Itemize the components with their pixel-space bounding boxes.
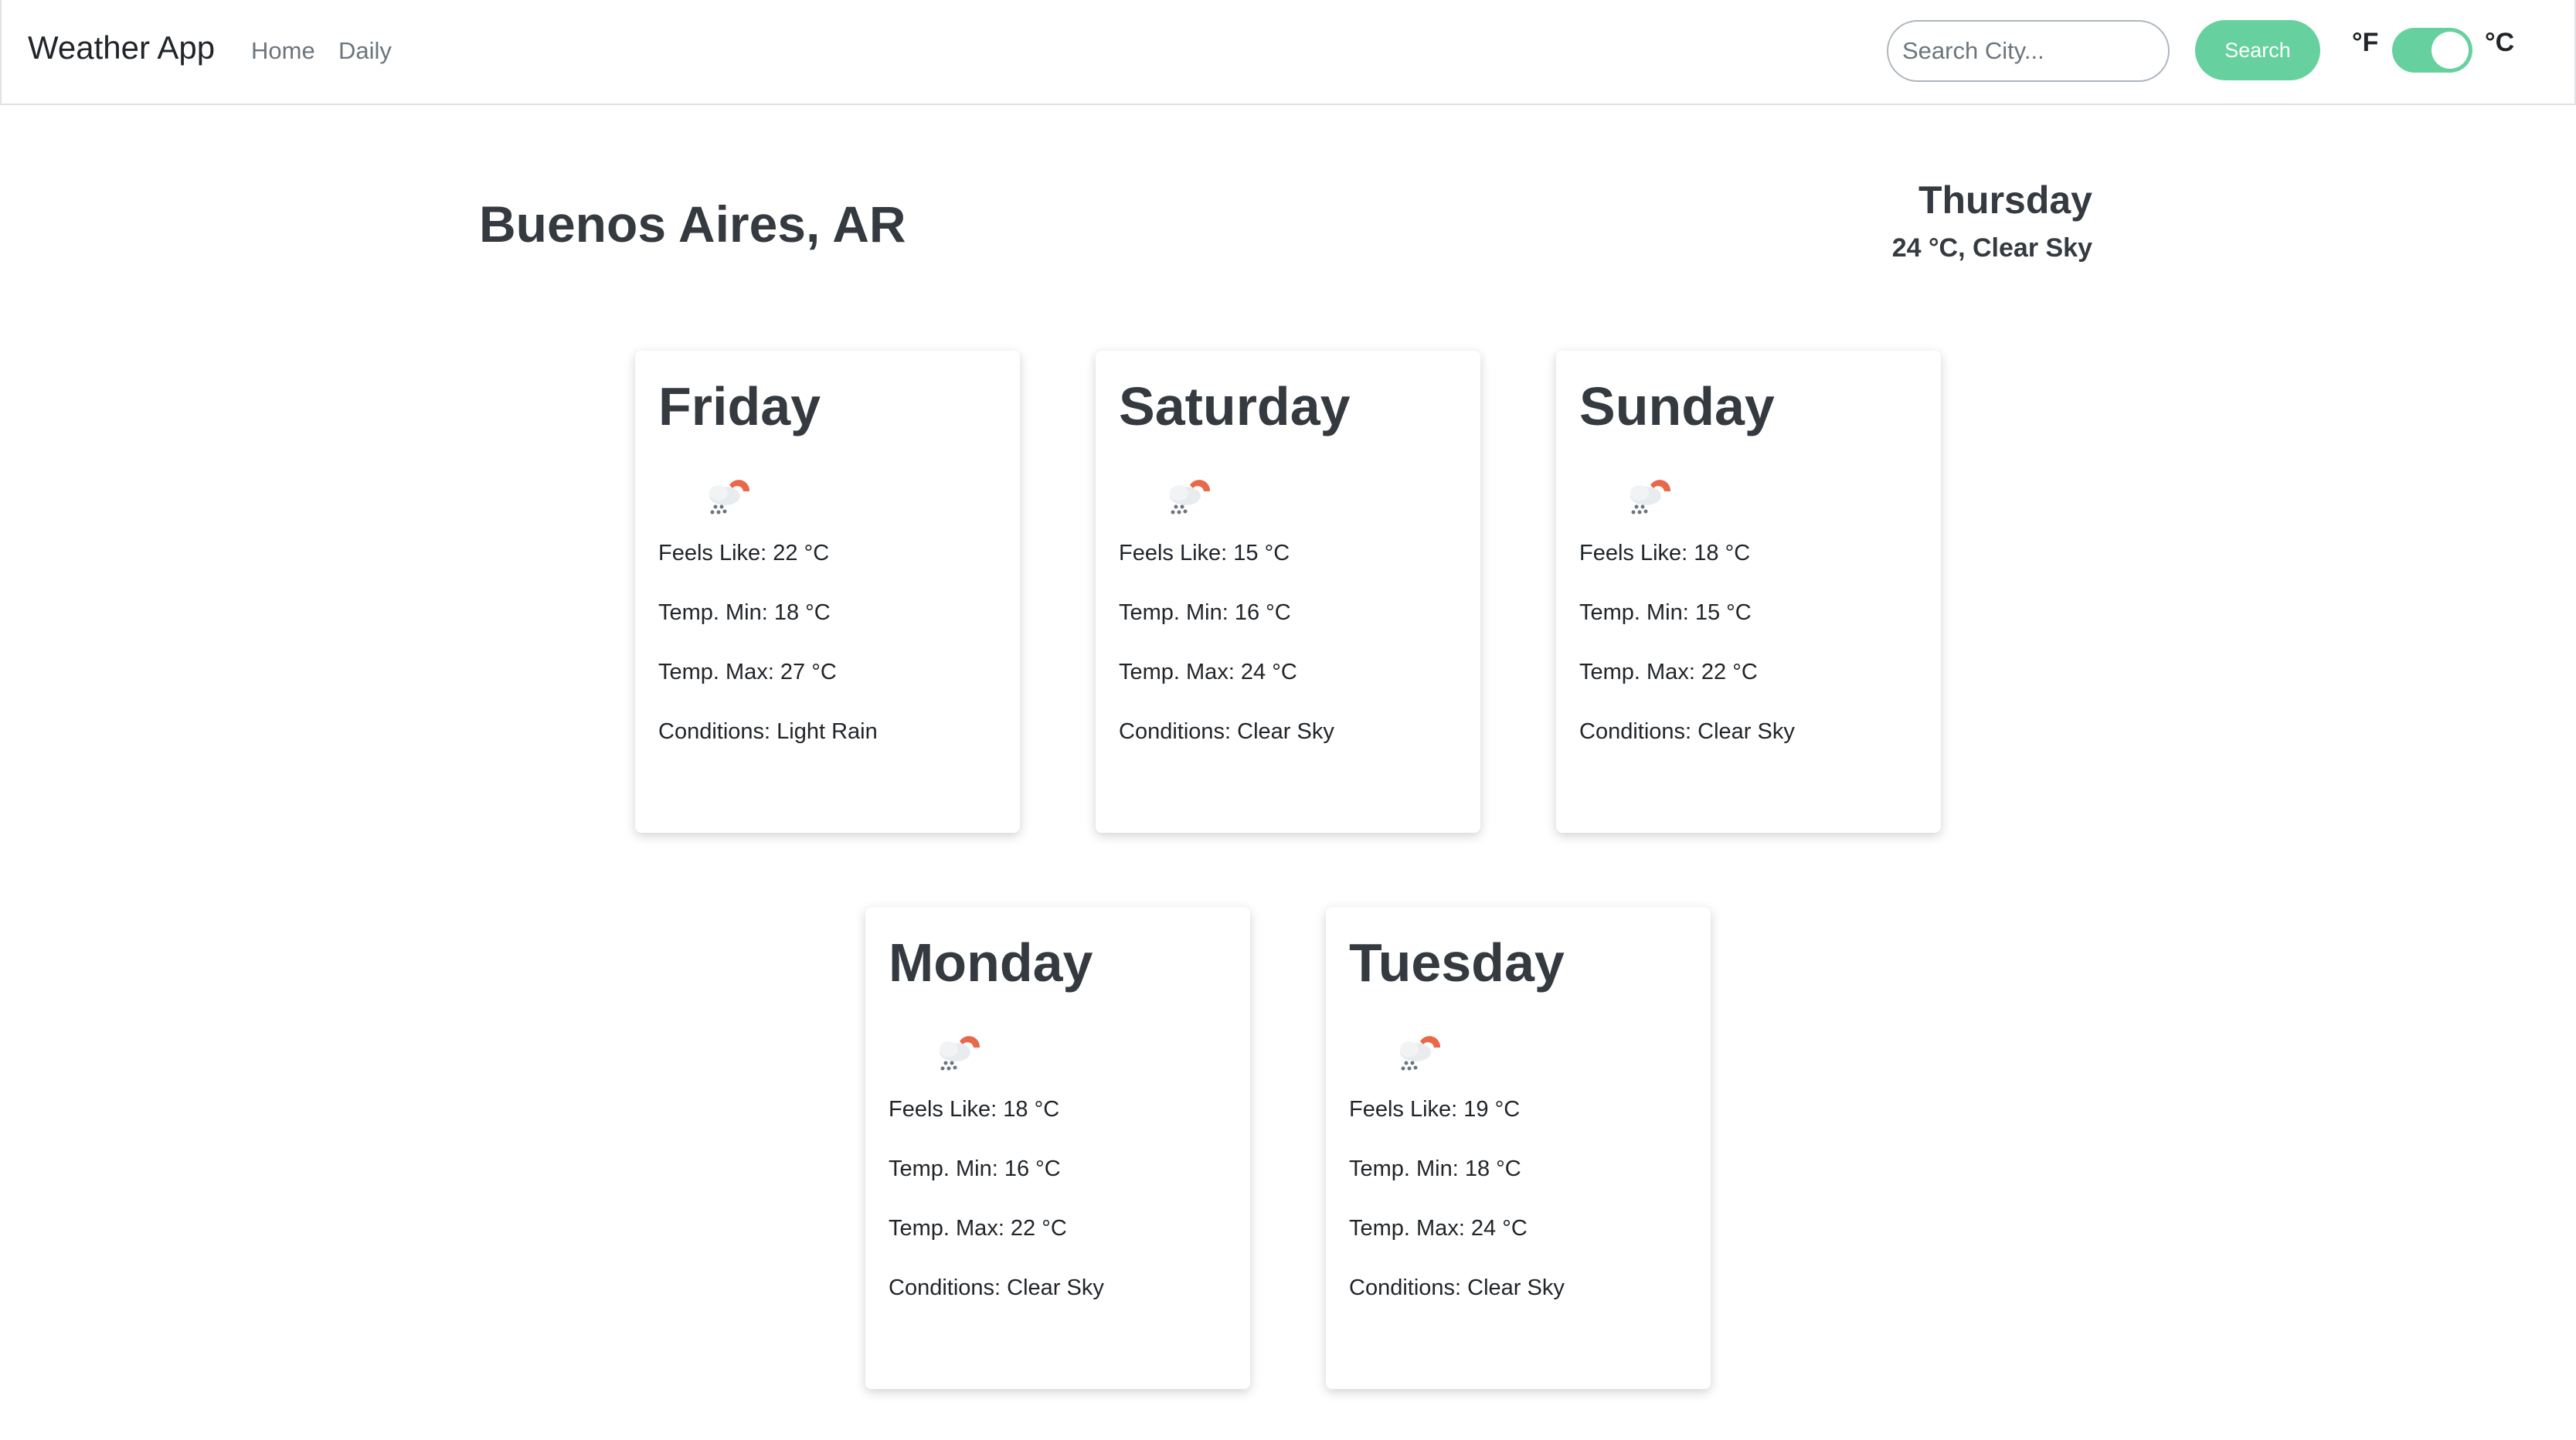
temp-max: Temp. Max: 22 °C <box>889 1216 1067 1241</box>
forecast-card: Monday Feels Like: 18 °C Temp. Min: 16 °… <box>865 907 1250 1389</box>
unit-toggle-knob <box>2432 32 2469 69</box>
nav-link-home[interactable]: Home <box>251 37 315 65</box>
temp-min: Temp. Min: 18 °C <box>1349 1156 1521 1181</box>
forecast-card: Friday Feels Like: 22 °C Temp. Min: 18 °… <box>635 351 1020 833</box>
fahrenheit-label: °F <box>2352 28 2379 57</box>
celsius-label: °C <box>2485 28 2515 57</box>
temp-min: Temp. Min: 16 °C <box>889 1156 1061 1181</box>
rain-cloud-sun-icon <box>709 480 750 515</box>
forecast-card: Saturday Feels Like: 15 °C Temp. Min: 16… <box>1096 351 1480 833</box>
city-title: Buenos Aires, AR <box>479 195 906 253</box>
temp-max: Temp. Max: 24 °C <box>1119 660 1297 684</box>
card-day: Saturday <box>1119 376 1351 436</box>
current-summary: 24 °C, Clear Sky <box>1891 233 2092 263</box>
unit-toggle[interactable] <box>2392 28 2472 73</box>
card-day: Tuesday <box>1349 932 1565 993</box>
feels-like: Feels Like: 22 °C <box>658 541 830 565</box>
app-brand[interactable]: Weather App <box>28 29 215 66</box>
conditions: Conditions: Light Rain <box>658 719 878 744</box>
feels-like: Feels Like: 18 °C <box>889 1097 1060 1122</box>
current-weather: Thursday 24 °C, Clear Sky <box>1892 178 2092 263</box>
current-day: Thursday <box>1918 178 2092 222</box>
rain-cloud-sun-icon <box>940 1036 980 1071</box>
card-day: Sunday <box>1579 376 1775 436</box>
conditions: Conditions: Clear Sky <box>1579 719 1795 744</box>
temp-min: Temp. Min: 18 °C <box>658 600 831 625</box>
rain-cloud-sun-icon <box>1630 480 1671 515</box>
conditions: Conditions: Clear Sky <box>1119 719 1334 744</box>
rain-cloud-sun-icon <box>1400 1036 1441 1071</box>
temp-max: Temp. Max: 24 °C <box>1349 1216 1528 1241</box>
temp-min: Temp. Min: 16 °C <box>1119 600 1291 625</box>
nav-link-daily[interactable]: Daily <box>338 37 392 65</box>
forecast-card: Sunday Feels Like: 18 °C Temp. Min: 15 °… <box>1556 351 1941 833</box>
forecast-card: Tuesday Feels Like: 19 °C Temp. Min: 18 … <box>1326 907 1711 1389</box>
conditions: Conditions: Clear Sky <box>1349 1275 1565 1300</box>
card-day: Friday <box>658 376 821 436</box>
feels-like: Feels Like: 18 °C <box>1579 541 1751 565</box>
conditions: Conditions: Clear Sky <box>889 1275 1104 1300</box>
search-city-input[interactable] <box>1887 20 2170 82</box>
rain-cloud-sun-icon <box>1170 480 1211 515</box>
feels-like: Feels Like: 15 °C <box>1119 541 1290 565</box>
search-button[interactable]: Search <box>2195 20 2320 80</box>
temp-min: Temp. Min: 15 °C <box>1579 600 1752 625</box>
card-day: Monday <box>889 932 1093 993</box>
feels-like: Feels Like: 19 °C <box>1349 1097 1521 1122</box>
temp-max: Temp. Max: 22 °C <box>1579 660 1758 684</box>
temp-max: Temp. Max: 27 °C <box>658 660 837 684</box>
top-navbar: Weather App Home Daily Search °F °C <box>0 0 2576 105</box>
